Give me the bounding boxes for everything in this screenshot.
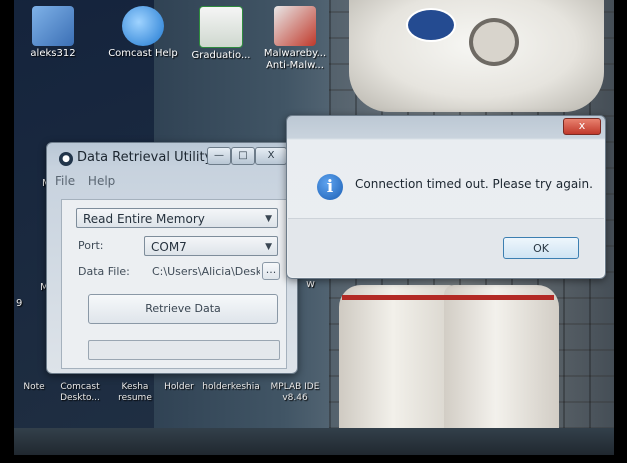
partial-icon-label: 9 — [16, 298, 23, 309]
suit-red-stripe — [342, 295, 454, 300]
photo-frame: aleks312 Comcast Help Graduatio... Malwa… — [0, 0, 627, 463]
desktop-icon-comcast-desktop[interactable]: Comcast Deskto... — [54, 382, 106, 404]
desktop-icon-malwarebytes[interactable]: Malwareby... Anti-Malw... — [258, 6, 332, 72]
menu-help[interactable]: Help — [88, 174, 115, 188]
minimize-button[interactable]: — — [207, 147, 231, 165]
desktop-icon-kesha-resume[interactable]: Kesha resume — [114, 382, 156, 404]
suit-red-stripe — [446, 295, 554, 300]
window-title: Data Retrieval Utility — [77, 150, 213, 165]
port-select[interactable]: COM7 ▼ — [144, 236, 278, 256]
desktop-icon-graduation[interactable]: Graduatio... — [184, 6, 258, 62]
menu-bar: File Help — [55, 174, 124, 188]
spacesuit-ring — [469, 18, 519, 66]
menu-file[interactable]: File — [55, 174, 75, 188]
app-logo-icon: ● — [59, 152, 73, 166]
malwarebytes-icon — [274, 6, 316, 46]
progress-bar — [88, 340, 280, 360]
nasa-patch-icon — [406, 8, 456, 42]
desktop-icon-holder[interactable]: Holder — [158, 382, 200, 393]
error-dialog[interactable]: x i Connection timed out. Please try aga… — [286, 115, 606, 279]
browse-button[interactable]: ... — [262, 262, 280, 280]
desktop-icon-mplab[interactable]: MPLAB IDE v8.46 — [268, 382, 322, 404]
dialog-message: Connection timed out. Please try again. — [355, 177, 593, 191]
data-file-path[interactable]: C:\Users\Alicia\Deskt — [152, 265, 260, 278]
data-file-label: Data File: — [78, 265, 130, 278]
chevron-down-icon: ▼ — [265, 214, 272, 224]
taskbar[interactable] — [14, 428, 614, 455]
desktop-icon-comcast-help[interactable]: Comcast Help — [106, 6, 180, 60]
desktop-icon-note[interactable]: Note — [14, 382, 54, 393]
user-folder-icon — [32, 6, 74, 46]
mode-select[interactable]: Read Entire Memory ▼ — [76, 208, 278, 228]
info-icon: i — [317, 174, 343, 200]
excel-document-icon — [199, 6, 243, 48]
desktop-icon-holderkeshia[interactable]: holderkeshia — [200, 382, 262, 393]
maximize-button[interactable]: □ — [231, 147, 255, 165]
chevron-down-icon: ▼ — [265, 242, 272, 252]
dialog-footer: OK — [288, 218, 604, 277]
mode-select-value: Read Entire Memory — [83, 212, 205, 226]
port-select-value: COM7 — [151, 240, 187, 254]
dialog-close-button[interactable]: x — [563, 118, 601, 135]
retrieve-data-button[interactable]: Retrieve Data — [88, 294, 278, 324]
desktop-icon-aleks312[interactable]: aleks312 — [16, 6, 90, 60]
port-label: Port: — [78, 239, 104, 252]
internet-explorer-icon — [122, 6, 164, 46]
ok-button[interactable]: OK — [503, 237, 579, 259]
close-button[interactable]: X — [255, 147, 287, 165]
stray-text: w — [306, 277, 315, 290]
